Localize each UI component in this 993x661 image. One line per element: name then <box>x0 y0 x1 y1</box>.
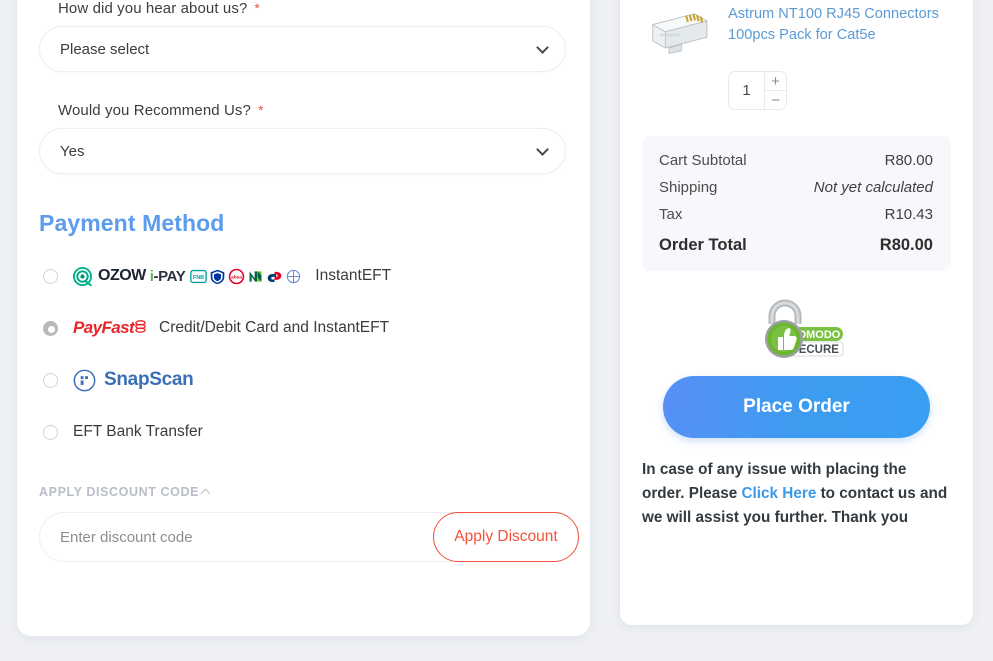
field-label: Would you Recommend Us? * <box>58 102 568 119</box>
ozow-wordmark: OZOW <box>98 267 146 284</box>
checkout-form-card: How did you hear about us? * Please selec… <box>17 0 590 636</box>
capitec-icon <box>267 271 282 282</box>
radio-payfast[interactable] <box>43 320 58 336</box>
payment-option-ozow[interactable]: OZOW i-PAY FNB absa InstantEFT <box>39 259 568 293</box>
checkout-page: How did you hear about us? * Please selec… <box>0 0 993 661</box>
place-order-button[interactable]: Place Order <box>663 376 930 438</box>
totals-label: Shipping <box>659 179 718 196</box>
payment-option-label: EFT Bank Transfer <box>73 423 203 440</box>
quantity-decrease-button[interactable]: − <box>765 90 786 109</box>
absa-icon: absa <box>229 268 245 284</box>
required-marker: * <box>254 0 260 16</box>
ozow-mark-icon <box>73 266 92 286</box>
quantity-increase-button[interactable]: + <box>765 72 786 90</box>
quantity-value[interactable]: 1 <box>729 72 764 109</box>
assistance-text: In case of any issue with placing the or… <box>642 458 951 530</box>
totals-label: Cart Subtotal <box>659 152 747 169</box>
chevron-up-icon <box>200 488 211 499</box>
order-total-label: Order Total <box>659 236 747 254</box>
payfast-logo: Pay Fast <box>73 318 146 338</box>
payment-option-eft[interactable]: EFT Bank Transfer <box>39 415 568 449</box>
payment-option-label: InstantEFT <box>315 267 392 284</box>
comodo-secure-badge: COMODO SECURE <box>642 297 951 359</box>
totals-row-subtotal: Cart Subtotal R80.00 <box>659 152 933 169</box>
supported-banks: FNB absa <box>190 268 302 285</box>
svg-text:FNB: FNB <box>193 275 204 281</box>
field-would-you-recommend: Would you Recommend Us? * Yes <box>39 102 568 174</box>
payfast-wordmark-pay: Pay <box>73 318 102 337</box>
payment-option-label: Credit/Debit Card and InstantEFT <box>159 319 390 336</box>
totals-label: Tax <box>659 206 683 223</box>
svg-text:absa: absa <box>231 274 242 280</box>
totals-row-tax: Tax R10.43 <box>659 206 933 223</box>
field-label-text: How did you hear about us? <box>58 0 248 17</box>
apply-discount-toggle[interactable]: APPLY DISCOUNT CODE <box>39 485 568 499</box>
select-how-did-you-hear[interactable]: Please select <box>39 26 566 72</box>
radio-snapscan[interactable] <box>43 372 58 388</box>
totals-row-shipping: Shipping Not yet calculated <box>659 179 933 196</box>
payment-option-snapscan[interactable]: SnapScan <box>39 363 568 397</box>
comodo-secure-icon: COMODO SECURE <box>764 299 843 358</box>
apply-discount-heading: APPLY DISCOUNT CODE <box>39 485 200 499</box>
snapscan-wordmark: SnapScan <box>104 369 194 390</box>
chevron-down-icon <box>536 143 549 156</box>
product-name-link[interactable]: Astrum NT100 RJ45 Connectors 100pcs Pack… <box>728 4 951 60</box>
payment-option-payfast[interactable]: Pay Fast Credit/Debit Card and InstantEFT <box>39 311 568 345</box>
order-totals: Cart Subtotal R80.00 Shipping Not yet ca… <box>642 136 951 271</box>
totals-value: R10.43 <box>884 206 933 223</box>
radio-ozow[interactable] <box>43 268 58 284</box>
select-would-you-recommend[interactable]: Yes <box>39 128 566 174</box>
field-label-text: Would you Recommend Us? <box>58 102 251 119</box>
totals-value: R80.00 <box>884 152 933 169</box>
fnb-icon: FNB <box>190 269 208 283</box>
field-label: How did you hear about us? * <box>58 0 568 17</box>
payfast-coin-icon <box>135 320 146 333</box>
radio-eft[interactable] <box>43 424 58 440</box>
totals-row-order-total: Order Total R80.00 <box>659 236 933 255</box>
field-how-did-you-hear: How did you hear about us? * Please selec… <box>39 0 568 72</box>
ozow-logo: OZOW <box>73 266 146 286</box>
totals-value: Not yet calculated <box>813 179 933 196</box>
select-value: Please select <box>60 40 150 58</box>
select-value: Yes <box>60 142 85 160</box>
discount-row: Apply Discount <box>39 512 579 562</box>
apply-discount-button[interactable]: Apply Discount <box>433 512 579 562</box>
order-total-value: R80.00 <box>879 236 933 254</box>
ipay-pay: -PAY <box>153 267 186 285</box>
snapscan-mark-icon <box>73 369 96 391</box>
standard-bank-icon <box>210 269 225 284</box>
required-marker: * <box>257 102 264 118</box>
quantity-stepper[interactable]: 1 + − <box>728 71 787 110</box>
snapscan-logo: SnapScan <box>73 369 194 392</box>
summary-product: Astrum NT100 RJ45 Connectors 100pcs Pack… <box>642 0 951 60</box>
discount-code-input[interactable] <box>39 512 491 562</box>
click-here-link[interactable]: Click Here <box>742 485 817 502</box>
chevron-down-icon <box>536 41 549 54</box>
nedbank-icon <box>249 270 262 282</box>
product-thumbnail-rj45-icon <box>651 13 708 54</box>
african-bank-icon <box>287 269 301 283</box>
payment-method-heading: Payment Method <box>39 210 225 236</box>
ipay-logo: i-PAY <box>150 268 186 285</box>
order-summary-card: Astrum NT100 RJ45 Connectors 100pcs Pack… <box>620 0 973 625</box>
payfast-wordmark-fast: Fast <box>101 318 135 337</box>
